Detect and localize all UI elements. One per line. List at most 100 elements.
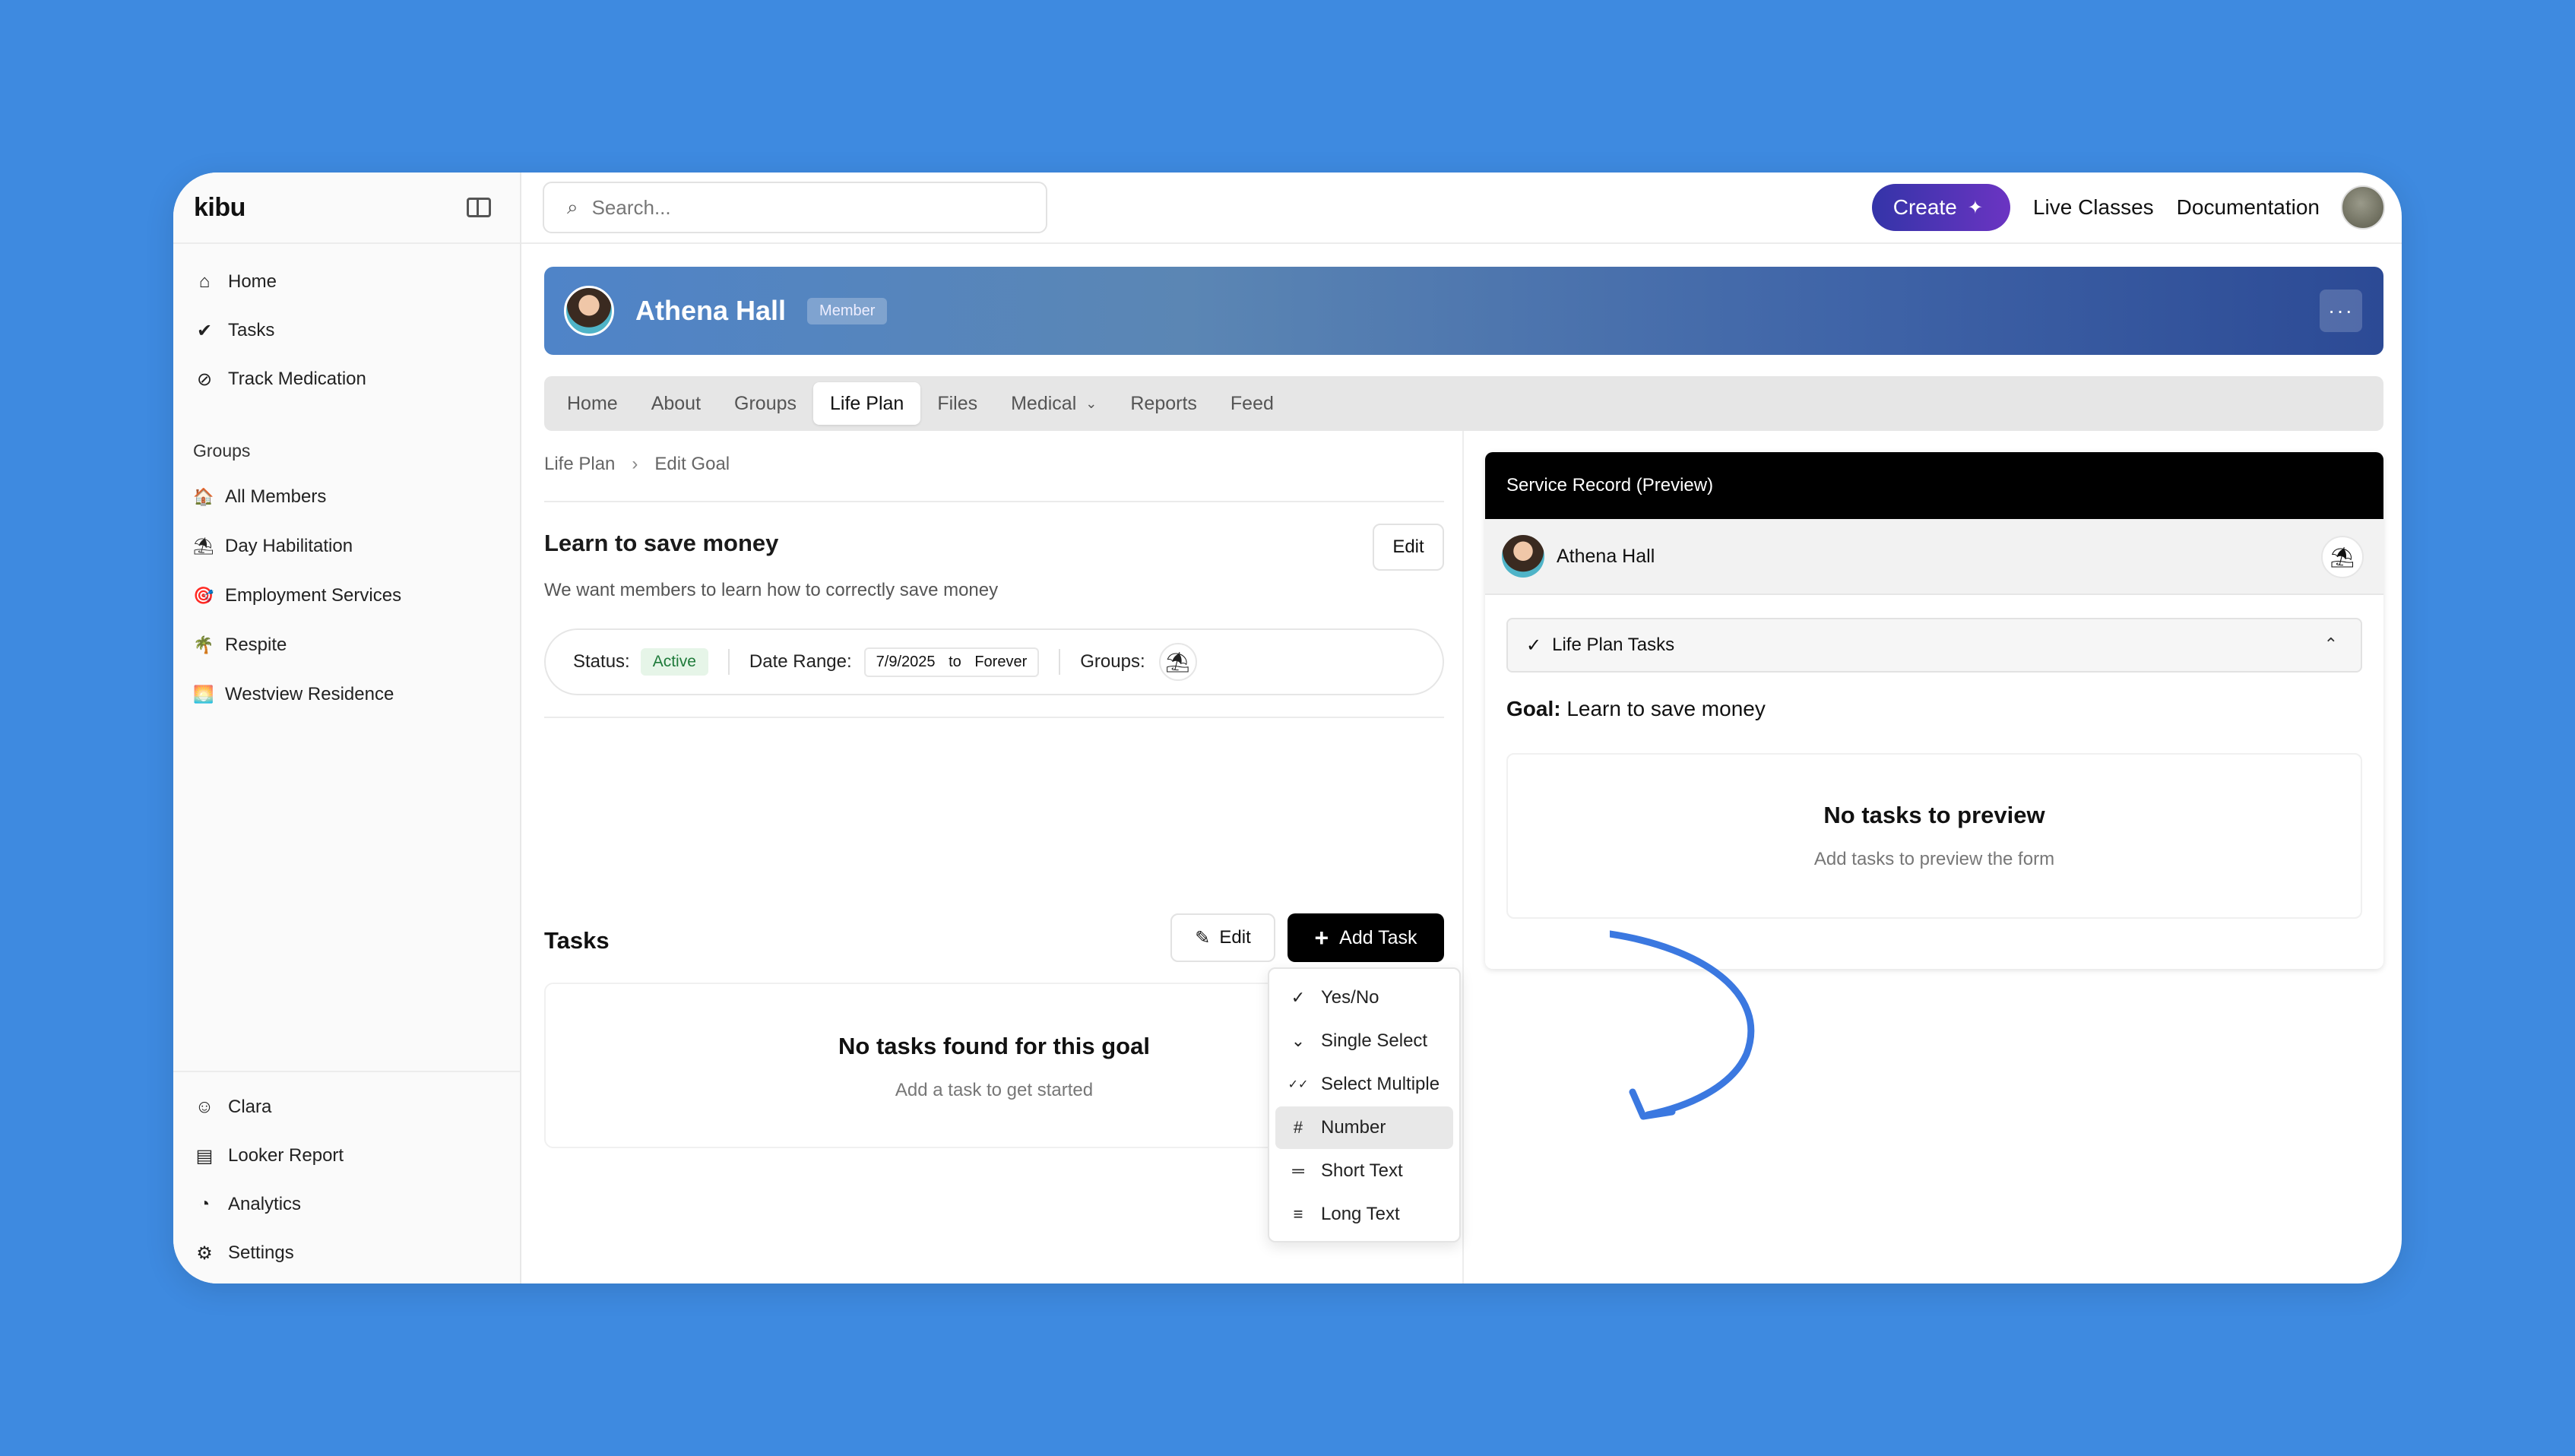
sidebar-bottom: ☺ Clara ▤ Looker Report ◔ Analytics ⚙ Se… xyxy=(173,1071,520,1283)
menu-item-label: Single Select xyxy=(1321,1030,1428,1051)
date-to: to xyxy=(949,653,961,670)
sidebar-item-label: Tasks xyxy=(228,320,275,340)
tab-home[interactable]: Home xyxy=(550,382,635,425)
home-icon: ⌂ xyxy=(198,271,211,292)
sidebar-toggle-icon[interactable] xyxy=(467,198,491,217)
menu-item-single-select[interactable]: ⌄ Single Select xyxy=(1275,1020,1453,1062)
sidebar-item-label: Home xyxy=(228,271,277,292)
sidebar-item-home[interactable]: ⌂ Home xyxy=(173,258,520,306)
tab-groups[interactable]: Groups xyxy=(717,382,813,425)
live-classes-link[interactable]: Live Classes xyxy=(2033,195,2154,220)
status-badge: Active xyxy=(640,648,708,676)
menu-item-label: Long Text xyxy=(1321,1204,1400,1224)
tab-medical[interactable]: Medical ⌄ xyxy=(994,382,1113,425)
date-end: Forever xyxy=(974,653,1028,670)
date-start: 7/9/2025 xyxy=(876,653,936,670)
accordion-label: Life Plan Tasks xyxy=(1552,635,1675,655)
menu-item-select-multiple[interactable]: ✓✓ Select Multiple xyxy=(1275,1063,1453,1106)
search-placeholder: Search... xyxy=(591,195,671,219)
tab-files[interactable]: Files xyxy=(920,382,994,425)
menu-item-short-text[interactable]: ═ Short Text xyxy=(1275,1150,1453,1192)
life-plan-tasks-accordion[interactable]: ✓ Life Plan Tasks ⌃ xyxy=(1506,618,2362,673)
sidebar-group-label: All Members xyxy=(225,486,327,507)
sidebar-group-label: Respite xyxy=(225,634,287,655)
sidebar-item-label: Clara xyxy=(228,1097,272,1117)
chevron-down-icon: ⌄ xyxy=(1085,395,1097,411)
goal-title: Learn to save money xyxy=(544,530,779,556)
add-task-button[interactable]: + Add Task xyxy=(1288,913,1444,962)
preview-goal: Goal: Learn to save money xyxy=(1506,697,1766,721)
menu-item-label: Number xyxy=(1321,1117,1386,1138)
create-button[interactable]: Create ✦ xyxy=(1871,184,2010,231)
tab-medical-label: Medical xyxy=(1011,392,1077,414)
group-emoji-icon: ⛱ xyxy=(193,536,214,555)
breadcrumb: Life Plan › Edit Goal xyxy=(544,454,730,475)
sidebar-group-all-members[interactable]: 🏠 All Members xyxy=(173,472,520,521)
sidebar-group-label: Westview Residence xyxy=(225,683,394,704)
menu-item-label: Yes/No xyxy=(1321,987,1379,1008)
plus-icon: + xyxy=(1314,923,1329,951)
sidebar-group-label: Day Habilitation xyxy=(225,535,353,556)
menu-item-label: Select Multiple xyxy=(1321,1074,1440,1094)
sidebar-group-westview-residence[interactable]: 🌅 Westview Residence xyxy=(173,669,520,719)
group-chip[interactable]: ⛱ xyxy=(1158,643,1197,681)
sidebar-group-respite[interactable]: 🌴 Respite xyxy=(173,620,520,669)
menu-item-yes-no[interactable]: ✓ Yes/No xyxy=(1275,976,1453,1019)
add-task-label: Add Task xyxy=(1339,926,1417,948)
user-avatar[interactable] xyxy=(2341,185,2385,229)
preview-goal-label: Goal: xyxy=(1506,697,1561,720)
preview-group-chip: ⛱ xyxy=(2321,536,2364,578)
breadcrumb-life-plan[interactable]: Life Plan xyxy=(544,454,615,475)
sidebar: kibu ⌂ Home ✔ Tasks ⊘ Track Medication G… xyxy=(173,173,521,1283)
goal-description: We want members to learn how to correctl… xyxy=(544,580,999,600)
sidebar-group-day-habilitation[interactable]: ⛱ Day Habilitation xyxy=(173,521,520,571)
groups-section-label: Groups xyxy=(193,440,251,461)
sidebar-item-track-medication[interactable]: ⊘ Track Medication xyxy=(173,355,520,404)
more-options-button[interactable]: ··· xyxy=(2320,290,2362,332)
service-record-preview: Service Record (Preview) Athena Hall ⛱ ✓… xyxy=(1485,452,2383,969)
tab-life-plan[interactable]: Life Plan xyxy=(813,382,921,425)
double-check-icon: ✓✓ xyxy=(1288,1078,1309,1091)
sidebar-item-analytics[interactable]: ◔ Analytics xyxy=(173,1180,520,1229)
preview-header: Service Record (Preview) xyxy=(1485,452,2383,519)
check-circle-icon: ✓ xyxy=(1291,988,1306,1007)
preview-goal-value: Learn to save money xyxy=(1566,697,1766,720)
group-emoji-icon: 🌅 xyxy=(193,684,214,704)
tab-about[interactable]: About xyxy=(635,382,717,425)
short-text-icon: ═ xyxy=(1292,1161,1304,1180)
top-right-actions: Create ✦ Live Classes Documentation xyxy=(1871,184,2385,231)
date-range-value: 7/9/2025 to Forever xyxy=(863,647,1040,677)
status-label: Status: xyxy=(573,651,630,672)
preview-user-name: Athena Hall xyxy=(1557,545,1655,567)
sidebar-item-looker-report[interactable]: ▤ Looker Report xyxy=(173,1132,520,1180)
sidebar-group-employment-services[interactable]: 🎯 Employment Services xyxy=(173,571,520,620)
group-emoji-icon: 🌴 xyxy=(193,635,214,654)
pencil-icon: ✎ xyxy=(1195,927,1211,948)
brand-logo[interactable]: kibu xyxy=(194,193,245,223)
sidebar-item-settings[interactable]: ⚙ Settings xyxy=(173,1229,520,1277)
edit-goal-button[interactable]: Edit xyxy=(1373,524,1444,571)
date-range-label: Date Range: xyxy=(749,651,852,672)
meta-separator xyxy=(727,649,730,675)
sidebar-item-label: Settings xyxy=(228,1242,294,1263)
chevron-up-icon: ⌃ xyxy=(2323,635,2338,654)
search-input[interactable]: ⌕ Search... xyxy=(543,182,1047,233)
pill-icon: ⊘ xyxy=(196,369,213,390)
menu-item-number[interactable]: # Number xyxy=(1275,1106,1453,1149)
goal-meta-bar: Status: Active Date Range: 7/9/2025 to F… xyxy=(544,628,1444,695)
sidebar-item-label: Track Medication xyxy=(228,369,366,389)
member-name: Athena Hall xyxy=(635,295,787,326)
edit-tasks-button[interactable]: ✎ Edit xyxy=(1170,913,1275,962)
menu-item-long-text[interactable]: ≡ Long Text xyxy=(1275,1193,1453,1236)
column-divider xyxy=(1462,431,1464,1283)
tasks-title: Tasks xyxy=(544,927,610,954)
tab-reports[interactable]: Reports xyxy=(1113,382,1214,425)
create-label: Create xyxy=(1892,195,1957,219)
documentation-link[interactable]: Documentation xyxy=(2177,195,2320,220)
menu-item-label: Short Text xyxy=(1321,1160,1403,1181)
member-tabs: Home About Groups Life Plan Files Medica… xyxy=(544,376,2383,431)
sidebar-item-tasks[interactable]: ✔ Tasks xyxy=(173,306,520,355)
preview-empty-state: No tasks to preview Add tasks to preview… xyxy=(1506,753,2362,919)
tab-feed[interactable]: Feed xyxy=(1214,382,1291,425)
sidebar-item-clara[interactable]: ☺ Clara xyxy=(173,1083,520,1132)
